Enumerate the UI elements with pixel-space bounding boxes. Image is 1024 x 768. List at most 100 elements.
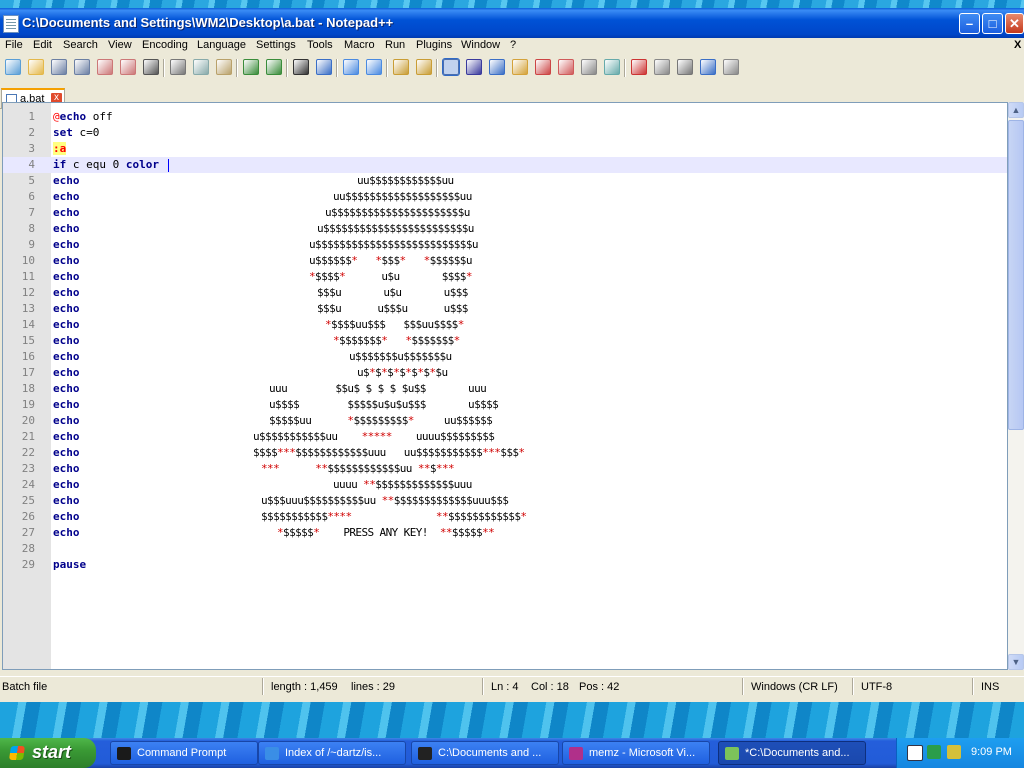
stop-record-icon[interactable] [654,59,670,75]
cut-icon[interactable] [170,59,186,75]
code-line: 15 echo *$$$$$$$* *$$$$$$$* [3,333,1007,349]
show-all-chars-icon[interactable] [466,59,482,75]
echo-keyword: echo [53,206,80,219]
code-line: 9 echo u$$$$$$$$$$$$$$$$$$$$$$$$$$u [3,237,1007,253]
taskbar-button-label: memz - Microsoft Vi... [589,747,696,759]
start-button[interactable]: start [0,738,96,768]
sync-horizontal-icon[interactable] [416,59,432,75]
code-line: 4 if c equ 0 color [3,157,1007,173]
code-line: 25 echo u$$$uuu$$$$$$$$$$uu **$$$$$$$$$$$$… [3,493,1007,509]
undo-icon[interactable] [243,59,259,75]
title-bar[interactable]: C:\Documents and Settings\WM2\Desktop\a.… [0,8,1024,38]
menu-language[interactable]: Language [197,39,246,51]
menu-edit[interactable]: Edit [33,39,52,51]
print-icon[interactable] [143,59,159,75]
echo-keyword: echo [53,430,80,443]
doc-map-icon[interactable] [535,59,551,75]
indent-guide-icon[interactable] [489,59,505,75]
status-lines: lines : 29 [351,681,396,693]
line-number: 9 [28,238,35,251]
open-file-icon[interactable] [28,59,44,75]
ascii-art-text: uu$$$$$$$$$$$$uu [357,174,454,187]
menu-view[interactable]: View [108,39,132,51]
line-number: 15 [21,334,35,347]
menu-file[interactable]: File [5,39,23,51]
line-number: 18 [21,382,35,395]
volume-icon[interactable] [947,745,961,759]
code-line: 6 echo uu$$$$$$$$$$$$$$$$$$$uu [3,189,1007,205]
status-col: Col : 18 [531,681,569,693]
echo-keyword: echo [53,510,80,523]
play-macro-icon[interactable] [677,59,693,75]
word-wrap-icon[interactable] [442,58,460,76]
taskbar-button[interactable]: C:\Documents and ... [411,741,559,765]
menu-settings[interactable]: Settings [256,39,296,51]
scroll-thumb[interactable] [1008,120,1024,430]
monitor-icon[interactable] [604,59,620,75]
menu-help[interactable]: ? [510,39,516,51]
line-number: 10 [21,254,35,267]
folder-workspace-icon[interactable] [581,59,597,75]
code-line: 20 echo $$$$$uu *$$$$$$$$$* uu$$$$$$ [3,413,1007,429]
new-file-icon[interactable] [5,59,21,75]
menu-plugins[interactable]: Plugins [416,39,452,51]
echo-keyword: echo [53,222,80,235]
ascii-art-text: u$$$uuu$$$$$$$$$$uu **$$$$$$$$$$$$$uuu$$… [261,494,509,507]
echo-keyword: echo [53,478,80,491]
menu-window[interactable]: Window [461,39,500,51]
taskbar-button[interactable]: Command Prompt [110,741,258,765]
replace-icon[interactable] [316,59,332,75]
line-number: 4 [28,158,35,171]
toolbar [0,56,1024,80]
run-multiple-icon[interactable] [700,59,716,75]
line-number: 20 [21,414,35,427]
menu-search[interactable]: Search [63,39,98,51]
save-all-icon[interactable] [74,59,90,75]
taskbar-button[interactable]: *C:\Documents and... [718,741,866,765]
taskbar-button[interactable]: Index of /~dartz/is... [258,741,406,765]
taskbar-button[interactable]: memz - Microsoft Vi... [562,741,710,765]
paste-icon[interactable] [216,59,232,75]
code-editor[interactable]: 1 @echo off 2 set c=0 3:a 4 if c equ 0 color 5… [2,102,1008,670]
line-number: 3 [28,142,35,155]
zoom-out-icon[interactable] [366,59,382,75]
status-length: length : 1,459 [271,681,338,693]
sync-vertical-icon[interactable] [393,59,409,75]
code-line: 18 echo uuu $$u$ $ $ $ $u$$ uuu [3,381,1007,397]
menu-encoding[interactable]: Encoding [142,39,188,51]
code-line: 29 pause [3,557,1007,573]
status-file-type: Batch file [2,681,48,693]
status-divider [852,678,854,695]
record-macro-icon[interactable] [631,59,647,75]
find-icon[interactable] [293,59,309,75]
ascii-art-text: *$$$$* u$u $$$$* [309,270,472,283]
maximize-button[interactable]: □ [982,13,1003,34]
ascii-art-text: u$$$$$$$$$$$$$$$$$$$$$$u [325,206,470,219]
close-all-icon[interactable] [120,59,136,75]
network-icon[interactable] [927,745,941,759]
line-number: 6 [28,190,35,203]
menu-close-document[interactable]: X [1014,39,1021,51]
desktop-background-top [0,0,1024,8]
redo-icon[interactable] [266,59,282,75]
toolbar-separator [236,59,238,77]
ascii-art-text: $$$u u$u u$$$ [317,286,468,299]
code-line: 14 echo *$$$$uu$$$ $$$uu$$$$* [3,317,1007,333]
scroll-down-icon[interactable]: ▼ [1008,654,1024,670]
save-icon[interactable] [51,59,67,75]
function-list-icon[interactable] [558,59,574,75]
copy-icon[interactable] [193,59,209,75]
close-button[interactable]: ✕ [1005,13,1024,34]
user-lang-icon[interactable] [512,59,528,75]
vertical-scrollbar[interactable]: ▲ ▼ [1008,102,1024,670]
scroll-up-icon[interactable]: ▲ [1008,102,1024,118]
minimize-button[interactable]: – [959,13,980,34]
menu-run[interactable]: Run [385,39,405,51]
zoom-in-icon[interactable] [343,59,359,75]
line-number: 21 [21,430,35,443]
menu-tools[interactable]: Tools [307,39,333,51]
hardware-icon[interactable] [907,745,923,761]
menu-macro[interactable]: Macro [344,39,375,51]
save-macro-icon[interactable] [723,59,739,75]
close-icon[interactable] [97,59,113,75]
